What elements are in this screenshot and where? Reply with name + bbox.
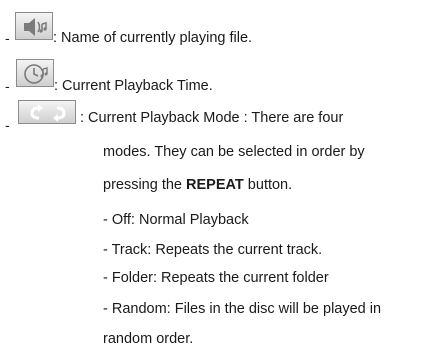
- bullet-dash: -: [5, 117, 10, 133]
- mode-off: - Off: Normal Playback: [103, 212, 249, 228]
- playback-time-description: : Current Playback Time.: [54, 78, 213, 94]
- mode-random: - Random: Files in the disc will be play…: [103, 301, 382, 317]
- mode-random-wrap: random order.: [103, 331, 194, 347]
- mode-folder: - Folder: Repeats the current folder: [103, 270, 329, 286]
- repeat-button-label: REPEAT: [186, 177, 244, 193]
- line2-prefix: pressing the: [103, 177, 187, 193]
- file-name-description: : Name of currently playing file.: [53, 30, 253, 46]
- mode-track: - Track: Repeats the current track.: [103, 242, 323, 258]
- mode-description-line-1: modes. They can be selected in order by: [103, 144, 365, 160]
- bullet-dash: -: [5, 78, 10, 94]
- clock-icon: [16, 59, 54, 87]
- bullet-dash: -: [5, 30, 10, 46]
- repeat-arrows-icon: [18, 100, 76, 124]
- playback-mode-description: : Current Playback Mode : There are four: [80, 110, 344, 126]
- line2-suffix: button.: [243, 177, 293, 193]
- mode-description-line-2: pressing the REPEAT button.: [103, 177, 292, 193]
- speaker-note-icon: [15, 12, 53, 40]
